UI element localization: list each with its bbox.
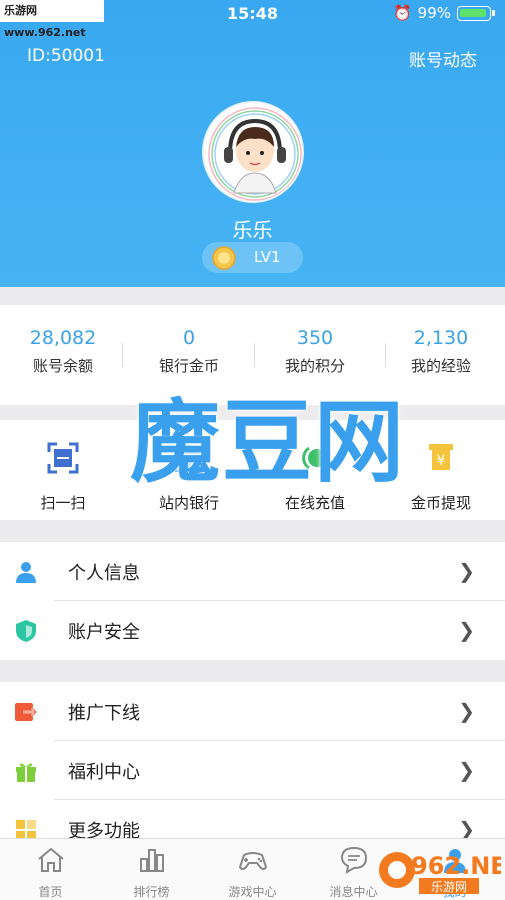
tab-label: 排行榜 bbox=[133, 885, 170, 899]
svg-text:¥: ¥ bbox=[437, 453, 446, 469]
level-coin-icon bbox=[212, 246, 236, 270]
menu-label: 账户安全 bbox=[68, 622, 140, 643]
menu-item-promote[interactable]: 推广下线 ❯ bbox=[0, 682, 505, 741]
withdraw-icon: ¥ bbox=[429, 444, 453, 470]
stat-label: 账号余额 bbox=[32, 357, 93, 375]
gamepad-icon bbox=[238, 852, 267, 870]
watermark-top: 乐游网 www.962.net bbox=[0, 0, 104, 39]
ranking-icon bbox=[139, 849, 164, 872]
menu-label: 福利中心 bbox=[68, 762, 140, 783]
chevron-right-icon: ❯ bbox=[458, 618, 475, 642]
promote-icon bbox=[15, 703, 38, 721]
level-text: LV1 bbox=[254, 248, 281, 266]
stat-value: 0 bbox=[182, 327, 196, 349]
avatar[interactable] bbox=[202, 101, 304, 203]
tab-label: 首页 bbox=[38, 885, 63, 899]
level-badge: LV1 bbox=[202, 242, 303, 273]
menu-item-personal-info[interactable]: 个人信息 ❯ bbox=[0, 542, 505, 601]
quick-label: 金币提现 bbox=[410, 494, 471, 512]
avatar-image bbox=[206, 105, 302, 201]
menu-label: 个人信息 bbox=[68, 563, 140, 584]
home-icon bbox=[37, 847, 64, 872]
menu-item-benefits[interactable]: 福利中心 ❯ bbox=[0, 741, 505, 800]
tab-ranking[interactable]: 排行榜 bbox=[101, 845, 202, 900]
message-icon bbox=[340, 846, 367, 874]
stat-bank-coins[interactable]: 0 银行金币 bbox=[126, 327, 252, 376]
stat-label: 银行金币 bbox=[158, 357, 219, 375]
chevron-right-icon: ❯ bbox=[458, 559, 475, 583]
menu-group-account: 个人信息 ❯ 账户安全 ❯ bbox=[0, 542, 505, 660]
quick-label: 站内银行 bbox=[158, 494, 219, 512]
user-id: ID:50001 bbox=[27, 46, 105, 66]
user-icon bbox=[16, 562, 36, 583]
stat-balance[interactable]: 28,082 账号余额 bbox=[0, 327, 126, 376]
status-right: ⏰ 99% bbox=[393, 4, 495, 22]
profile-header: XG 15:48 ⏰ 99% 乐游网 www.962.net ID:50001 … bbox=[0, 0, 505, 287]
gift-icon bbox=[16, 763, 36, 782]
nickname: 乐乐 bbox=[232, 218, 273, 242]
battery-icon bbox=[457, 5, 491, 21]
stat-value: 350 bbox=[296, 327, 334, 349]
account-activity-link[interactable]: 账号动态 bbox=[409, 46, 477, 71]
watermark-bottom-logo: 962.NET 乐游网 bbox=[379, 852, 501, 894]
tab-game-center[interactable]: 游戏中心 bbox=[202, 845, 303, 900]
menu-item-account-security[interactable]: 账户安全 ❯ bbox=[0, 601, 505, 660]
stat-points[interactable]: 350 我的积分 bbox=[252, 327, 378, 376]
chevron-right-icon: ❯ bbox=[458, 699, 475, 723]
alarm-icon: ⏰ bbox=[392, 4, 412, 22]
stat-label: 我的经验 bbox=[410, 357, 471, 375]
quick-label: 扫一扫 bbox=[40, 494, 86, 512]
menu-label: 推广下线 bbox=[68, 703, 140, 724]
watermark-center: 魔豆网 bbox=[130, 390, 406, 495]
scan-icon bbox=[47, 442, 79, 474]
watermark-brand: 962.NET bbox=[411, 852, 501, 880]
tab-home[interactable]: 首页 bbox=[0, 845, 101, 900]
stat-value: 28,082 bbox=[29, 327, 97, 349]
battery-percent: 99% bbox=[417, 4, 451, 22]
battery-tip bbox=[492, 10, 495, 16]
tab-label: 游戏中心 bbox=[228, 885, 277, 899]
quick-label: 在线充值 bbox=[284, 494, 345, 512]
chevron-right-icon: ❯ bbox=[458, 758, 475, 782]
menu-group-features: 推广下线 ❯ 福利中心 ❯ 更多功能 ❯ bbox=[0, 682, 505, 859]
stat-label: 我的积分 bbox=[284, 357, 345, 375]
quick-scan[interactable]: 扫一扫 bbox=[0, 438, 126, 513]
shield-icon bbox=[16, 620, 36, 642]
stat-experience[interactable]: 2,130 我的经验 bbox=[378, 327, 504, 376]
stat-value: 2,130 bbox=[413, 327, 469, 349]
watermark-sub: 乐游网 bbox=[431, 880, 467, 894]
divider bbox=[122, 343, 123, 367]
